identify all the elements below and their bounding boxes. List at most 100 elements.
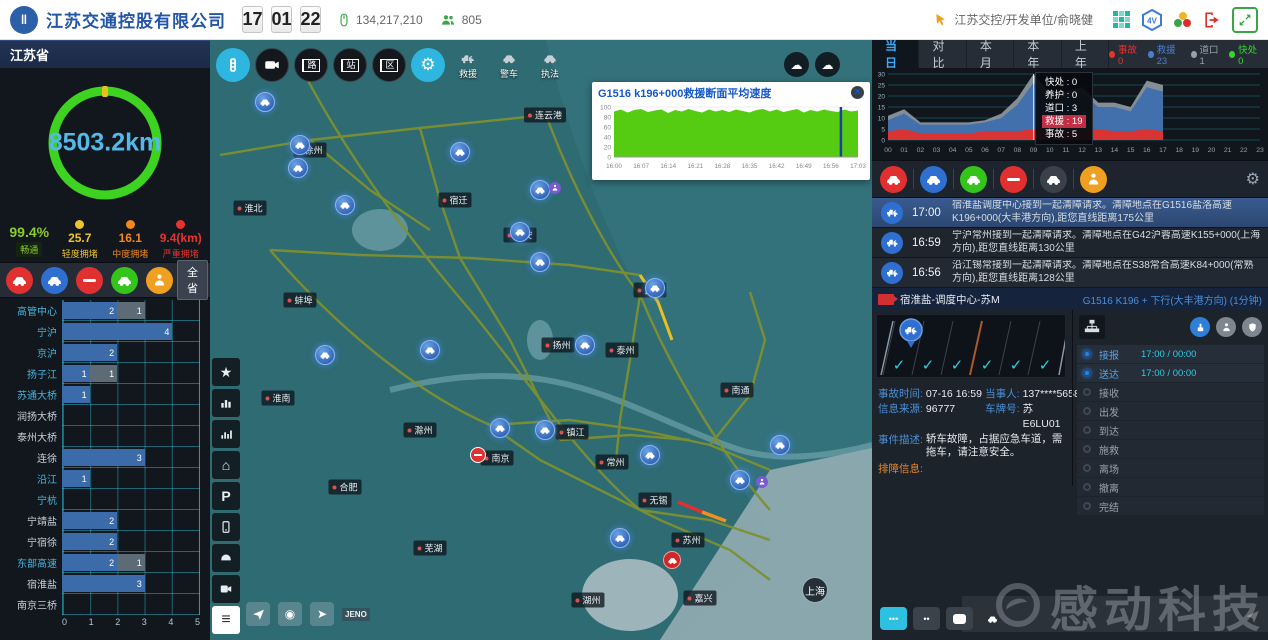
cctv-button[interactable]: ◉ — [278, 602, 302, 626]
bar-row[interactable]: 扬子江11 — [0, 363, 210, 384]
cluster-marker[interactable] — [640, 445, 660, 465]
road-company-button[interactable] — [1216, 317, 1236, 337]
city-label[interactable]: 蚌埠 — [283, 293, 316, 308]
org-chart-button[interactable] — [1079, 315, 1105, 339]
timeline-step[interactable]: 离场 — [1077, 459, 1264, 477]
cluster-marker[interactable] — [255, 92, 275, 112]
quick-clear-filter-button[interactable] — [111, 267, 138, 294]
city-label[interactable]: 南通 — [720, 383, 753, 398]
enforcement-vehicle-toggle[interactable]: 执法 — [532, 51, 568, 80]
popup-close-button[interactable]: × — [851, 86, 864, 99]
timeline-step[interactable]: 送达17:00 / 00:00 — [1077, 364, 1264, 382]
navigate-button[interactable] — [246, 602, 270, 626]
cluster-marker[interactable] — [535, 420, 555, 440]
video-button[interactable] — [212, 575, 240, 603]
city-label[interactable]: 湖州 — [571, 593, 604, 608]
event-settings-button[interactable]: ⚙ — [1246, 169, 1260, 189]
rain-cloud-button[interactable]: ☁ — [784, 52, 809, 77]
fullscreen-button[interactable] — [1232, 7, 1258, 33]
bar-row[interactable]: 京沪2 — [0, 342, 210, 363]
bar-row[interactable]: 高管中心21 — [0, 300, 210, 321]
tab-today[interactable]: 当日 — [872, 40, 919, 68]
apps-grid-button[interactable] — [1113, 11, 1130, 28]
cluster-marker[interactable] — [450, 142, 470, 162]
legend-item[interactable]: 事故 0 — [1109, 42, 1140, 67]
area-flag-button[interactable]: 区 — [372, 48, 406, 82]
tab-month[interactable]: 本月 — [967, 40, 1014, 68]
bar-row[interactable]: 宁沪4 — [0, 321, 210, 342]
4v-badge-button[interactable]: 4V — [1140, 8, 1164, 32]
parking-button[interactable]: P — [212, 482, 240, 510]
cluster-marker[interactable] — [510, 222, 530, 242]
bar-row[interactable]: 宁杭 — [0, 489, 210, 510]
event-row[interactable]: 16:56沿江锡常接到一起清障请求。清障地点在S38常合高速K84+000(常熟… — [872, 258, 1268, 288]
bar-row[interactable]: 沿江1 — [0, 468, 210, 489]
chat-active-button[interactable]: ••• — [880, 607, 907, 630]
closure-event-filter[interactable] — [1000, 166, 1027, 193]
timeline-step[interactable]: 接收 — [1077, 383, 1264, 401]
person-marker[interactable] — [549, 182, 561, 194]
city-label[interactable]: 泰州 — [605, 343, 638, 358]
message-button[interactable] — [946, 607, 973, 630]
cluster-marker[interactable] — [730, 470, 750, 490]
police-event-filter[interactable] — [920, 166, 947, 193]
bar-row[interactable]: 润扬大桥 — [0, 405, 210, 426]
cluster-marker[interactable] — [290, 135, 310, 155]
city-label[interactable]: 淮北 — [233, 201, 266, 216]
construction-event-filter[interactable] — [1080, 166, 1107, 193]
city-label[interactable]: 苏州 — [671, 533, 704, 548]
tunnel-button[interactable] — [212, 544, 240, 572]
timeline-step[interactable]: 出发 — [1077, 402, 1264, 420]
cluster-marker[interactable] — [530, 180, 550, 200]
station-flag-button[interactable]: 站 — [333, 48, 367, 82]
logout-button[interactable] — [1202, 10, 1222, 30]
police-filter-button[interactable] — [41, 267, 68, 294]
cluster-marker[interactable] — [315, 345, 335, 365]
cluster-marker[interactable] — [288, 158, 308, 178]
city-label[interactable]: 镇江 — [555, 425, 588, 440]
timeline-step[interactable]: 完结 — [1077, 497, 1264, 515]
city-label[interactable]: 连云港 — [524, 108, 566, 123]
rescue-unit-button[interactable] — [1190, 317, 1210, 337]
timeline-step[interactable]: 接报17:00 / 00:00 — [1077, 345, 1264, 363]
province-wide-button[interactable]: 全省 — [177, 260, 208, 300]
stats-button[interactable] — [212, 389, 240, 417]
map-canvas[interactable]: 淮北徐州蚌埠淮南宿迁淮安连云港盐城扬州泰州南通南京镇江常州无锡苏州合肥滁州芜湖湖… — [210, 40, 872, 640]
cluster-marker[interactable] — [490, 418, 510, 438]
user-breadcrumb[interactable]: 江苏交控/开发单位/俞晓健 — [954, 11, 1093, 28]
legend-item[interactable]: 救援 23 — [1148, 42, 1183, 67]
tab-lastyear[interactable]: 上年 — [1062, 40, 1109, 68]
construction-filter-button[interactable] — [146, 267, 173, 294]
traffic-signal-button[interactable] — [216, 48, 250, 82]
shanghai-label[interactable]: 上海 — [802, 577, 828, 603]
accident-filter-button[interactable] — [6, 267, 33, 294]
bar-row[interactable]: 南京三桥 — [0, 594, 210, 615]
person-marker[interactable] — [756, 476, 768, 488]
device-button[interactable] — [212, 513, 240, 541]
bar-row[interactable]: 宿淮盐3 — [0, 573, 210, 594]
bar-row[interactable]: 宁靖盐2 — [0, 510, 210, 531]
rescue-vehicle-toggle[interactable]: 救援 — [450, 51, 486, 80]
bar-row[interactable]: 苏通大桥1 — [0, 384, 210, 405]
car-message-button[interactable] — [979, 607, 1006, 630]
bar-row[interactable]: 泰州大桥 — [0, 426, 210, 447]
wechat-button[interactable]: •• — [913, 607, 940, 630]
congestion-event-filter[interactable] — [1040, 166, 1067, 193]
event-row[interactable]: 16:59宁沪常州接到一起清障请求。清障地点在G42沪蓉高速K155+000(上… — [872, 228, 1268, 258]
bar-row[interactable]: 东部高速21 — [0, 552, 210, 573]
city-label[interactable]: 宿迁 — [438, 193, 471, 208]
city-label[interactable]: 淮南 — [261, 391, 294, 406]
legend-item[interactable]: 快处 0 — [1229, 42, 1260, 67]
tab-year[interactable]: 本年 — [1014, 40, 1061, 68]
police-vehicle-toggle[interactable]: 警车 — [491, 51, 527, 80]
cluster-marker[interactable] — [575, 335, 595, 355]
timeline-step[interactable]: 施救 — [1077, 440, 1264, 458]
cloud-button[interactable]: ☁ — [815, 52, 840, 77]
police-unit-button[interactable] — [1242, 317, 1262, 337]
closure-filter-button[interactable] — [76, 267, 103, 294]
send-plane-button[interactable] — [1245, 609, 1260, 628]
road-flag-button[interactable]: 路 — [294, 48, 328, 82]
city-label[interactable]: 合肥 — [328, 480, 361, 495]
measure-button[interactable]: ➤ — [310, 602, 334, 626]
cluster-marker[interactable] — [420, 340, 440, 360]
